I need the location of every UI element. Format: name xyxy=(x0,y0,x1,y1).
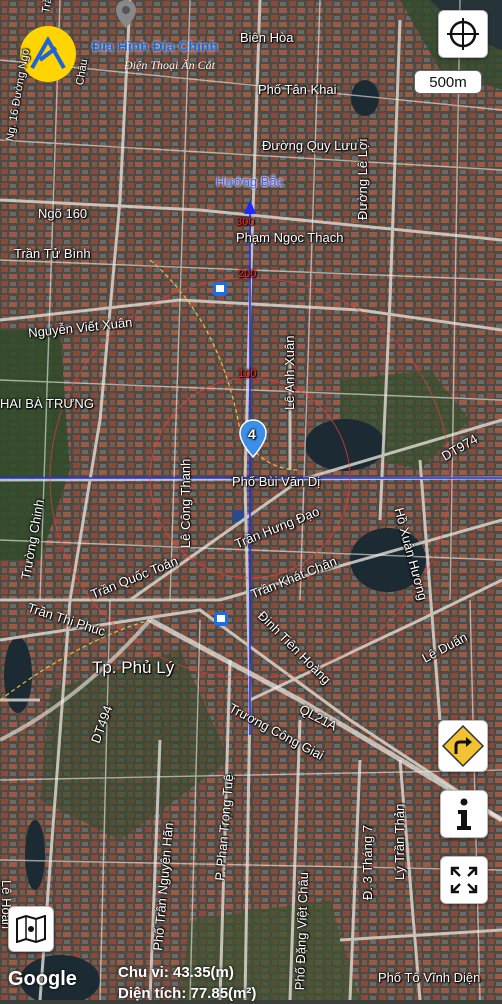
map-layers-button[interactable] xyxy=(8,906,54,952)
logo-icon xyxy=(30,35,66,69)
turn-right-sign-icon xyxy=(441,724,485,768)
locate-button[interactable] xyxy=(438,10,488,58)
satellite-map[interactable] xyxy=(0,0,502,1000)
brand-name: Địa Hình Địa Chính xyxy=(92,38,218,54)
crosshair-icon xyxy=(447,18,479,50)
directions-button[interactable] xyxy=(438,720,488,772)
measurement-stats: Chu vi: 43.35(m) Diện tích: 77.85(m²) xyxy=(118,962,256,1004)
google-attribution: Google xyxy=(8,968,77,990)
expand-icon xyxy=(450,866,478,894)
map-layers-icon xyxy=(16,915,46,943)
fullscreen-button[interactable] xyxy=(440,856,488,904)
bus-stop-icon xyxy=(213,282,227,296)
brand-tagline: Điện Thoại Ăn Cắt xyxy=(124,58,216,72)
bus-stop-icon xyxy=(214,612,228,626)
info-button[interactable] xyxy=(440,790,488,838)
perimeter-value: Chu vi: 43.35(m) xyxy=(118,964,234,981)
info-icon xyxy=(457,798,471,830)
scale-indicator: 500m xyxy=(414,70,482,94)
app-logo xyxy=(20,26,76,82)
area-value: Diện tích: 77.85(m²) xyxy=(118,985,257,1002)
